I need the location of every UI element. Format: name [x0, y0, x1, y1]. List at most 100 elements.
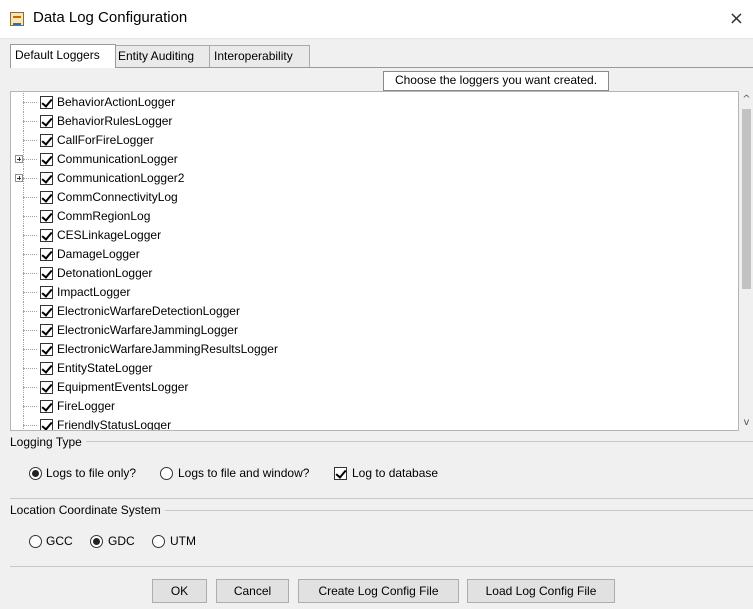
tree-connector: [23, 140, 37, 141]
logger-tree-item[interactable]: BehaviorRulesLogger: [11, 112, 711, 131]
logs-file-only-radio[interactable]: [29, 467, 42, 480]
logger-checkbox[interactable]: [40, 248, 53, 261]
tree-connector: [23, 254, 37, 255]
logger-tree-item[interactable]: CommunicationLogger2: [11, 169, 711, 188]
logger-checkbox[interactable]: [40, 324, 53, 337]
tree-connector: [23, 235, 37, 236]
tree-connector: [23, 425, 37, 426]
logger-checkbox[interactable]: [40, 172, 53, 185]
logger-label: DamageLogger: [57, 247, 140, 261]
tab-divider: [10, 67, 753, 68]
tree-connector: [23, 178, 37, 179]
tree-connector: [23, 349, 37, 350]
logger-tree-item[interactable]: EntityStateLogger: [11, 359, 711, 378]
logger-label: ElectronicWarfareJammingResultsLogger: [57, 342, 278, 356]
tree-connector: [23, 416, 24, 430]
logger-tree-item[interactable]: CallForFireLogger: [11, 131, 711, 150]
title-bar: Data Log Configuration ×: [0, 0, 753, 39]
logs-file-and-window-label: Logs to file and window?: [178, 466, 310, 480]
logging-type-title: Logging Type: [10, 435, 86, 449]
java-app-icon: [10, 12, 24, 26]
logger-tree-item[interactable]: CommRegionLog: [11, 207, 711, 226]
logger-checkbox[interactable]: [40, 191, 53, 204]
window-title: Data Log Configuration: [33, 9, 188, 26]
utm-radio[interactable]: [152, 535, 165, 548]
logger-label: EquipmentEventsLogger: [57, 380, 189, 394]
logger-tree-item[interactable]: EquipmentEventsLogger: [11, 378, 711, 397]
logger-checkbox[interactable]: [40, 229, 53, 242]
logger-label: CommunicationLogger: [57, 152, 178, 166]
tree-scrollbar[interactable]: ^ v: [740, 91, 753, 431]
tree-connector: [23, 121, 37, 122]
separator: [10, 566, 753, 567]
cancel-button[interactable]: Cancel: [216, 579, 289, 603]
tree-connector: [23, 197, 37, 198]
logs-file-only-label: Logs to file only?: [46, 466, 137, 480]
logger-checkbox[interactable]: [40, 362, 53, 375]
logger-checkbox[interactable]: [40, 419, 53, 430]
logger-tree-item[interactable]: FireLogger: [11, 397, 711, 416]
tree-connector: [23, 273, 37, 274]
gdc-radio[interactable]: [90, 535, 103, 548]
logger-label: ElectronicWarfareJammingLogger: [57, 323, 238, 337]
logger-label: CESLinkageLogger: [57, 228, 162, 242]
logger-checkbox[interactable]: [40, 305, 53, 318]
expand-plus-icon[interactable]: [15, 155, 23, 163]
scroll-thumb[interactable]: [742, 109, 751, 289]
logger-tree-item[interactable]: ElectronicWarfareJammingResultsLogger: [11, 340, 711, 359]
load-log-config-button[interactable]: Load Log Config File: [467, 579, 615, 603]
logger-checkbox[interactable]: [40, 153, 53, 166]
logger-tree-item[interactable]: ElectronicWarfareDetectionLogger: [11, 302, 711, 321]
logger-label: ImpactLogger: [57, 285, 131, 299]
logger-tree-item[interactable]: BehaviorActionLogger: [11, 93, 711, 112]
tab-interoperability[interactable]: Interoperability: [209, 45, 310, 67]
logger-tree-item[interactable]: CommConnectivityLog: [11, 188, 711, 207]
tree-connector: [23, 216, 37, 217]
logger-tree-item[interactable]: DamageLogger: [11, 245, 711, 264]
logging-type-group: [10, 441, 753, 442]
gcc-radio[interactable]: [29, 535, 42, 548]
logger-label: EntityStateLogger: [57, 361, 153, 375]
log-to-database-label: Log to database: [352, 466, 439, 480]
create-log-config-button[interactable]: Create Log Config File: [298, 579, 459, 603]
logger-label: CallForFireLogger: [57, 133, 154, 147]
ok-button[interactable]: OK: [152, 579, 207, 603]
logger-tree-item[interactable]: ImpactLogger: [11, 283, 711, 302]
logger-checkbox[interactable]: [40, 210, 53, 223]
utm-label: UTM: [170, 534, 196, 548]
logger-checkbox[interactable]: [40, 286, 53, 299]
logger-checkbox[interactable]: [40, 96, 53, 109]
logger-checkbox[interactable]: [40, 134, 53, 147]
logger-tree-item[interactable]: DetonationLogger: [11, 264, 711, 283]
logger-tree-item[interactable]: CESLinkageLogger: [11, 226, 711, 245]
logger-label: CommRegionLog: [57, 209, 151, 223]
scroll-up-arrow-icon[interactable]: ^: [740, 93, 753, 106]
close-icon[interactable]: ×: [729, 8, 744, 29]
coordinate-system-title: Location Coordinate System: [10, 503, 165, 517]
scroll-down-arrow-icon[interactable]: v: [740, 416, 753, 429]
tree-connector: [23, 368, 37, 369]
logger-checkbox[interactable]: [40, 267, 53, 280]
logger-label: CommunicationLogger2: [57, 171, 185, 185]
tree-connector: [23, 292, 37, 293]
logger-tree[interactable]: BehaviorActionLogger BehaviorRulesLogger C…: [10, 91, 739, 431]
logger-label: CommConnectivityLog: [57, 190, 178, 204]
logger-checkbox[interactable]: [40, 343, 53, 356]
logger-checkbox[interactable]: [40, 381, 53, 394]
tab-entity-auditing[interactable]: Entity Auditing: [113, 45, 214, 67]
logger-label: DetonationLogger: [57, 266, 153, 280]
tree-connector: [23, 311, 37, 312]
instruction-label: Choose the loggers you want created.: [383, 71, 609, 91]
tab-default-loggers[interactable]: Default Loggers: [10, 44, 116, 68]
logs-file-and-window-radio[interactable]: [160, 467, 173, 480]
logger-checkbox[interactable]: [40, 400, 53, 413]
logger-tree-item[interactable]: FriendlyStatusLogger: [11, 416, 711, 430]
tree-connector: [23, 159, 37, 160]
logger-tree-item[interactable]: CommunicationLogger: [11, 150, 711, 169]
log-to-database-checkbox[interactable]: [334, 467, 347, 480]
tree-connector: [23, 406, 37, 407]
logger-checkbox[interactable]: [40, 115, 53, 128]
expand-plus-icon[interactable]: [15, 174, 23, 182]
logger-tree-item[interactable]: ElectronicWarfareJammingLogger: [11, 321, 711, 340]
separator: [10, 498, 753, 499]
